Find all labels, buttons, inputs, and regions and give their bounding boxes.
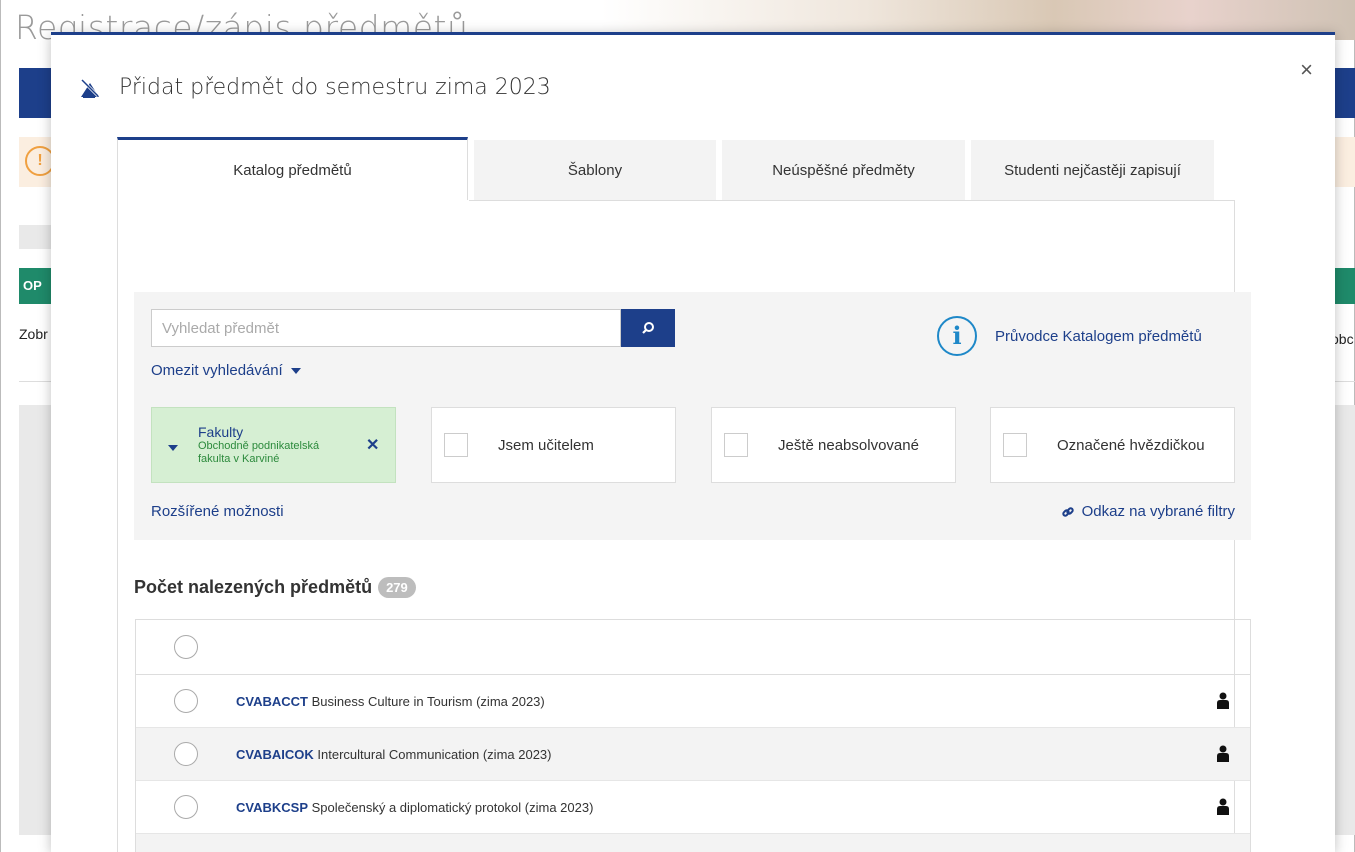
checkbox-not-completed-label: Ještě neabsolvované: [778, 436, 919, 454]
results-header: [136, 620, 1250, 675]
checkbox-not-completed[interactable]: [724, 433, 748, 457]
course-entry: CVABKCSP Společenský a diplomatický prot…: [236, 800, 593, 815]
remove-filter-icon[interactable]: ✕: [366, 435, 379, 455]
extended-options-link[interactable]: Rozšířené možnosti: [151, 503, 284, 520]
course-add-icon: [80, 78, 100, 98]
checkbox-starred[interactable]: [1003, 433, 1027, 457]
results-count-badge: 279: [378, 577, 416, 598]
course-name: Intercultural Communication (zima 2023): [317, 746, 552, 762]
course-code-link[interactable]: CVABACCT: [236, 694, 308, 709]
course-code-link[interactable]: CVABAICOK: [236, 747, 314, 762]
course-name: Společenský a diplomatický protokol (zim…: [311, 799, 594, 815]
list-item-partial: [136, 834, 1250, 852]
tab-katalog-predmetu[interactable]: Katalog předmětů: [117, 137, 468, 200]
course-entry: CVABACCT Business Culture in Tourism (zi…: [236, 694, 545, 709]
results-count-label: Počet nalezených předmětů: [134, 577, 373, 597]
search-icon: [642, 322, 654, 334]
modal-tabs: Katalog předmětů Šablony Neúspěšné předm…: [117, 137, 1220, 200]
background-link-left: Zobr: [19, 326, 48, 342]
search-button[interactable]: [621, 309, 675, 347]
filter-link[interactable]: Odkaz na vybrané filtry: [1061, 503, 1235, 520]
tab-sablony[interactable]: Šablony: [474, 140, 716, 200]
filter-starred[interactable]: Označené hvězdičkou: [990, 407, 1235, 483]
checkbox-teacher-label: Jsem učitelem: [498, 436, 594, 454]
checkbox-starred-label: Označené hvězdičkou: [1057, 436, 1205, 454]
chevron-down-icon: [290, 367, 301, 374]
modal-title: Přidat předmět do semestru zima 2023: [119, 75, 551, 100]
person-icon: [1217, 692, 1229, 709]
faculty-filter-value: Obchodně podnikatelská fakulta v Karviné: [198, 440, 320, 465]
results-count: Počet nalezených předmětů 279: [134, 577, 416, 598]
list-item: CVABAICOK Intercultural Communication (z…: [136, 728, 1250, 781]
filter-link-label: Odkaz na vybrané filtry: [1081, 503, 1235, 520]
faculty-filter[interactable]: Fakulty Obchodně podnikatelská fakulta v…: [151, 407, 396, 483]
filter-teacher[interactable]: Jsem učitelem: [431, 407, 676, 483]
row-radio[interactable]: [174, 795, 198, 819]
tab-studenti-nejcasteji-zapisuji[interactable]: Studenti nejčastěji zapisují: [971, 140, 1214, 200]
close-icon[interactable]: ×: [1300, 57, 1313, 83]
list-item: CVABKCSP Společenský a diplomatický prot…: [136, 781, 1250, 834]
background-green-bar-label: OP: [23, 278, 42, 293]
tab-neuspesne-predmety[interactable]: Neúspěšné předměty: [722, 140, 965, 200]
person-icon: [1217, 745, 1229, 762]
list-item: CVABACCT Business Culture in Tourism (zi…: [136, 675, 1250, 728]
info-icon: i: [937, 316, 977, 356]
restrict-search-toggle[interactable]: Omezit vyhledávání: [151, 362, 301, 379]
search-input[interactable]: [151, 309, 621, 347]
checkbox-teacher[interactable]: [444, 433, 468, 457]
course-code-link[interactable]: CVABKCSP: [236, 800, 308, 815]
results-list: CVABACCT Business Culture in Tourism (zi…: [135, 619, 1251, 852]
restrict-search-label: Omezit vyhledávání: [151, 362, 283, 379]
course-entry: CVABAICOK Intercultural Communication (z…: [236, 747, 552, 762]
select-all-radio[interactable]: [174, 635, 198, 659]
modal-header: Přidat předmět do semestru zima 2023: [79, 75, 551, 100]
chevron-down-icon: [168, 445, 178, 451]
course-name: Business Culture in Tourism (zima 2023): [311, 693, 545, 709]
catalog-guide-link[interactable]: i Průvodce Katalogem předmětů: [937, 316, 1202, 356]
faculty-filter-title: Fakulty: [198, 424, 244, 440]
row-radio[interactable]: [174, 689, 198, 713]
catalog-guide-label: Průvodce Katalogem předmětů: [995, 327, 1202, 345]
link-icon: [1061, 506, 1074, 517]
filter-not-completed[interactable]: Ještě neabsolvované: [711, 407, 956, 483]
filter-panel: Omezit vyhledávání i Průvodce Katalogem …: [134, 292, 1251, 540]
row-radio[interactable]: [174, 742, 198, 766]
person-icon: [1217, 798, 1229, 815]
